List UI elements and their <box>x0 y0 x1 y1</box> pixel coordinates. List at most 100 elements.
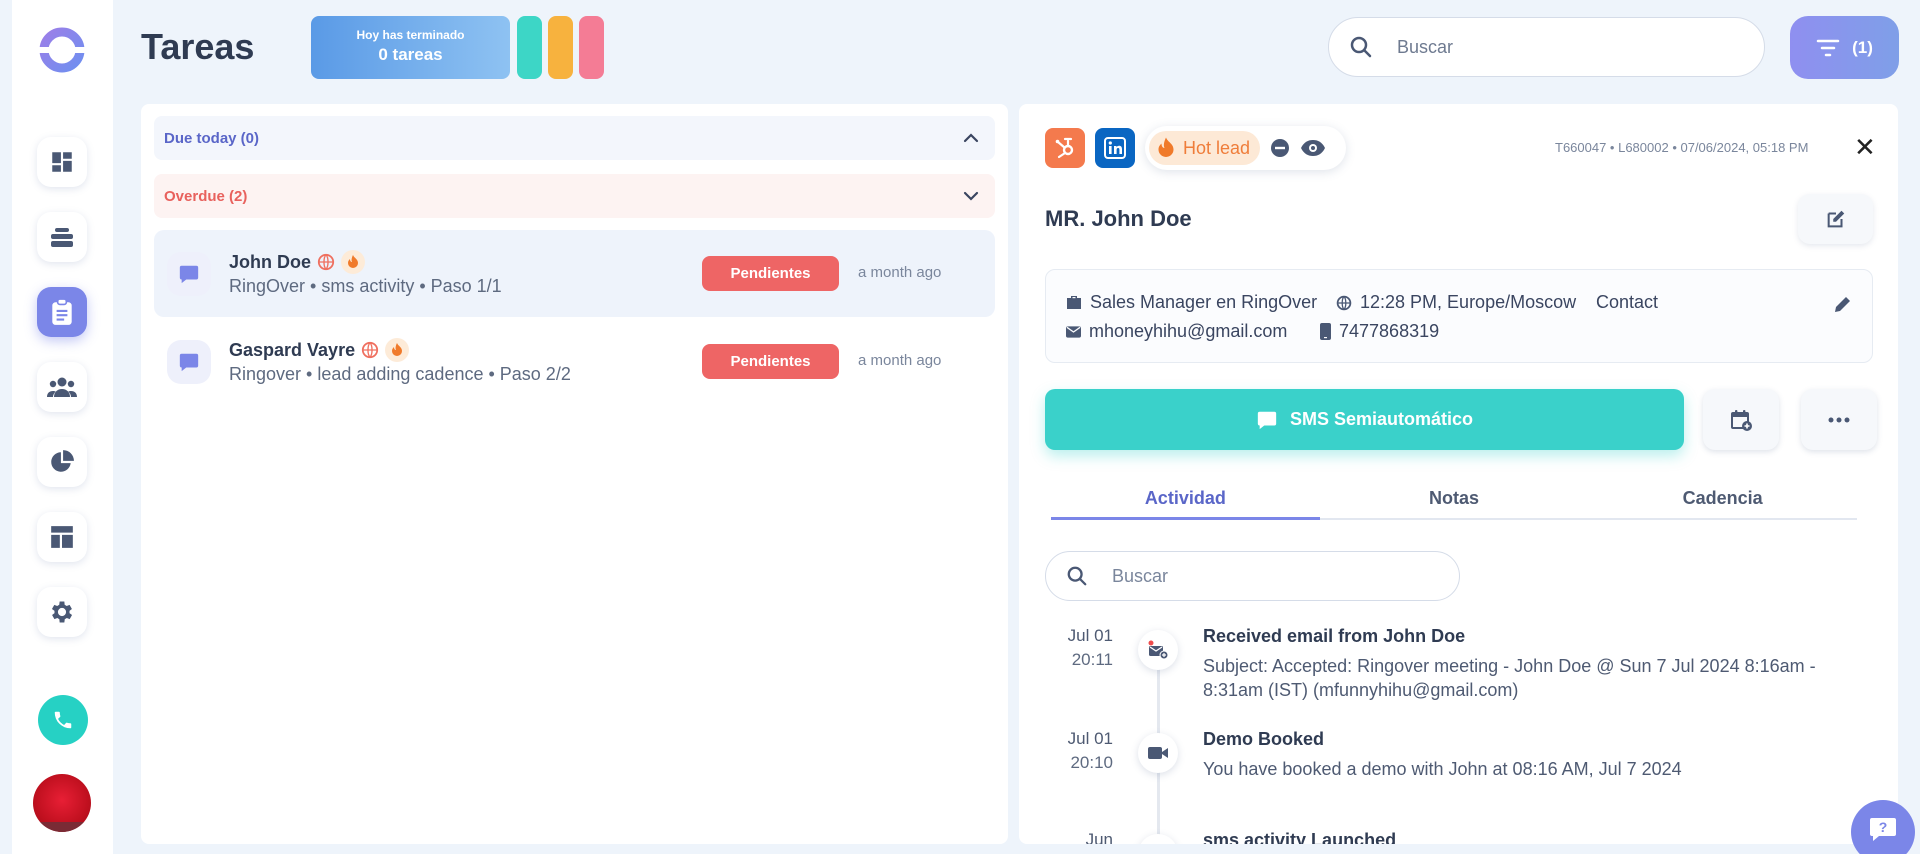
linkedin-icon <box>1104 137 1126 159</box>
tasks-done-label: Hoy has terminado <box>356 28 465 42</box>
search-input[interactable] <box>1397 36 1727 58</box>
lead-detail-panel: Hot lead T660047 • L680002 • 07/06/2024,… <box>1019 104 1898 844</box>
app-logo[interactable] <box>38 26 86 74</box>
call-button[interactable] <box>38 695 88 745</box>
lead-name: MR. John Doe <box>1045 206 1192 231</box>
tasks-done-card: Hoy has terminado 0 tareas <box>311 16 510 79</box>
avatar[interactable] <box>33 774 91 832</box>
contact-type: Contact <box>1596 292 1658 313</box>
activity-time: 20:10 <box>1070 753 1113 772</box>
hot-lead-badge[interactable]: Hot lead <box>1149 131 1261 165</box>
help-button[interactable]: ? <box>1851 800 1915 854</box>
tasks-done-count: 0 tareas <box>378 45 443 64</box>
mobile-icon <box>1320 323 1331 340</box>
email-received-icon <box>1138 630 1178 670</box>
gear-icon <box>51 601 73 623</box>
group-overdue-label: Overdue (2) <box>164 187 248 205</box>
sms-button-label: SMS Semiautomático <box>1289 409 1474 429</box>
tab-cadencia[interactable]: Cadencia <box>1588 476 1857 518</box>
nav-leads[interactable] <box>37 362 87 412</box>
briefcase-icon <box>1067 296 1081 309</box>
email-info: mhoneyhihu@gmail.com <box>1066 321 1287 342</box>
group-due-today-label: Due today (0) <box>164 129 260 147</box>
filter-icon <box>1816 39 1840 56</box>
activity-icon <box>1138 834 1178 844</box>
chevron-up-icon <box>963 133 979 143</box>
search-icon <box>1067 566 1087 586</box>
task-time: a month ago <box>858 352 942 369</box>
group-due-today[interactable]: Due today (0) <box>154 116 995 160</box>
timezone-globe-icon <box>361 341 379 359</box>
task-row[interactable]: Gaspard Vayre Ringover • lead adding cad… <box>154 318 995 405</box>
more-icon <box>1828 417 1850 422</box>
task-search <box>1328 17 1765 77</box>
task-list-panel: Due today (0) Overdue (2) John Doe RingO… <box>141 104 1008 844</box>
progress-pill-teal[interactable] <box>517 16 542 79</box>
people-icon <box>47 377 77 397</box>
pencil-icon[interactable] <box>1833 294 1853 314</box>
filter-count: (1) <box>1852 37 1873 57</box>
tab-notas[interactable]: Notas <box>1320 476 1589 518</box>
chat-icon <box>1257 411 1277 429</box>
hot-lead-icon <box>341 250 366 274</box>
tasks-icon <box>52 298 72 325</box>
nav-templates[interactable] <box>37 512 87 562</box>
sms-task-icon <box>167 340 211 384</box>
help-icon: ? <box>1870 818 1896 841</box>
activity-text: Subject: Accepted: Ringover meeting - Jo… <box>1203 656 1816 700</box>
lead-info-card: Sales Manager en RingOver 12:28 PM, Euro… <box>1045 269 1873 363</box>
lead-status-group: Hot lead <box>1145 126 1346 170</box>
filter-button[interactable]: (1) <box>1790 16 1899 79</box>
activity-day: Jul 01 <box>1067 729 1113 748</box>
sms-semiautomatic-button[interactable]: SMS Semiautomático <box>1045 389 1684 450</box>
layers-icon <box>51 228 73 247</box>
more-options-button[interactable] <box>1801 389 1877 450</box>
activity-title: Demo Booked <box>1203 729 1325 749</box>
task-lead-name: Gaspard Vayre <box>229 338 410 362</box>
minus-circle-icon[interactable] <box>1270 138 1290 158</box>
progress-pill-orange[interactable] <box>548 16 573 79</box>
task-details: RingOver • sms activity • Paso 1/1 <box>229 276 502 296</box>
status-badge: Pendientes <box>702 344 839 379</box>
close-icon[interactable]: ✕ <box>1854 134 1876 160</box>
eye-icon[interactable] <box>1300 139 1326 157</box>
edit-lead-button[interactable] <box>1798 194 1873 244</box>
activity-search <box>1045 551 1460 601</box>
activity-time: 20:11 <box>1071 650 1113 669</box>
linkedin-button[interactable] <box>1095 128 1135 168</box>
timezone-globe-icon <box>317 253 335 271</box>
activity-text: You have booked a demo with John at 08:1… <box>1203 759 1682 779</box>
activity-date: Jul 01 20:11 <box>1065 626 1113 670</box>
fire-icon <box>1158 137 1174 157</box>
phone-number[interactable]: 7477868319 <box>1339 321 1439 342</box>
email-address[interactable]: mhoneyhihu@gmail.com <box>1089 321 1287 342</box>
nav-cadences[interactable] <box>37 212 87 262</box>
activity-title: Received email from John Doe <box>1203 626 1466 646</box>
progress-pill-pink[interactable] <box>579 16 604 79</box>
lead-identifiers: T660047 • L680002 • 07/06/2024, 05:18 PM <box>1555 140 1809 155</box>
mail-icon <box>1066 325 1081 338</box>
globe-icon <box>1336 295 1352 310</box>
pie-chart-icon <box>51 450 74 472</box>
schedule-button[interactable] <box>1703 389 1779 450</box>
contact-label: Contact <box>1596 292 1659 312</box>
hot-lead-label: Hot lead <box>1183 137 1251 158</box>
detail-tabs: Actividad Notas Cadencia <box>1051 476 1857 520</box>
nav-dashboard[interactable] <box>37 137 87 187</box>
activity-date: Jul 01 20:10 <box>1065 729 1113 773</box>
task-row[interactable]: John Doe RingOver • sms activity • Paso … <box>154 230 995 317</box>
activity-search-input[interactable] <box>1112 565 1412 587</box>
hubspot-button[interactable] <box>1045 128 1085 168</box>
nav-tasks[interactable] <box>37 287 87 337</box>
activity-day: Jun 19 <box>1085 830 1113 844</box>
layout-icon <box>51 526 73 548</box>
sms-task-icon <box>167 252 211 296</box>
group-overdue[interactable]: Overdue (2) <box>154 174 995 218</box>
local-time: 12:28 PM, Europe/Moscow <box>1360 292 1577 312</box>
nav-settings[interactable] <box>37 587 87 637</box>
task-details: Ringover • lead adding cadence • Paso 2/… <box>229 364 571 384</box>
nav-statistics[interactable] <box>37 437 87 487</box>
task-lead-name-text: Gaspard Vayre <box>229 339 356 360</box>
activity-date: Jun 19 <box>1065 830 1113 844</box>
tab-actividad[interactable]: Actividad <box>1051 476 1320 520</box>
